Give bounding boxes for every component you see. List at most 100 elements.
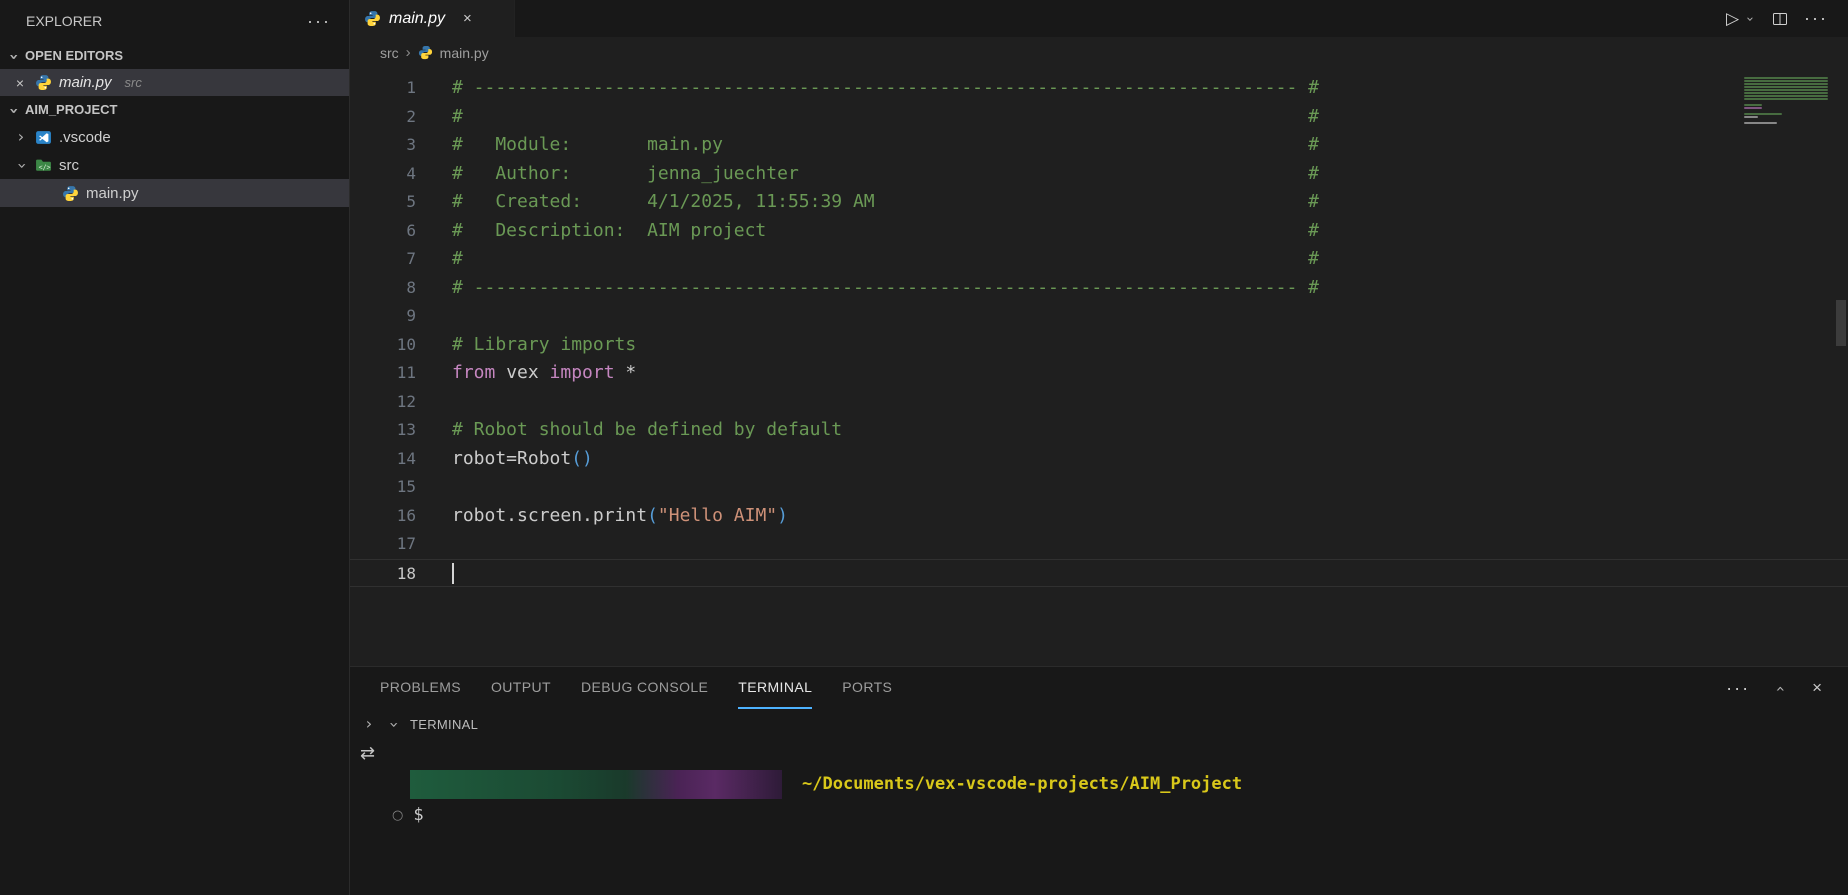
code-line-6[interactable]: 6# Description: AIM project # xyxy=(350,217,1848,246)
breadcrumb-src[interactable]: src xyxy=(380,45,399,61)
tree-item-.vscode[interactable]: ›.vscode xyxy=(0,123,349,151)
explorer-header: EXPLORER ··· xyxy=(0,0,349,42)
minimap-line xyxy=(1744,89,1828,91)
panel-maximize-chevron-icon[interactable]: › xyxy=(1772,682,1788,696)
code-line-13[interactable]: 13# Robot should be defined by default xyxy=(350,416,1848,445)
editor-actions: ▷ › ··· xyxy=(1726,0,1848,37)
open-editors-section-header[interactable]: › OPEN EDITORS xyxy=(0,42,349,69)
vscode-window: EXPLORER ··· › OPEN EDITORS ×main.pysrc … xyxy=(0,0,1848,895)
code-line-4[interactable]: 4# Author: jenna_juechter # xyxy=(350,160,1848,189)
code-line-15[interactable]: 15 xyxy=(350,473,1848,502)
panel-more-actions-icon[interactable]: ··· xyxy=(1726,678,1750,699)
minimap-line xyxy=(1744,95,1828,97)
explorer-more-actions-icon[interactable]: ··· xyxy=(307,11,331,32)
code-text: # --------------------------------------… xyxy=(416,74,1319,103)
panel-tab-ports[interactable]: PORTS xyxy=(842,667,892,709)
text-cursor xyxy=(452,563,454,584)
main-column: main.py × ▷ › ··· src › main.py xyxy=(350,0,1848,895)
code-line-9[interactable]: 9 xyxy=(350,302,1848,331)
run-dropdown-chevron-icon: › xyxy=(1743,12,1756,26)
line-number: 7 xyxy=(350,245,416,274)
panel-tab-debug-console[interactable]: DEBUG CONSOLE xyxy=(581,667,708,709)
terminal[interactable]: ⇄ ~/Documents/vex-vscode-projects/AIM_Pr… xyxy=(350,739,1848,895)
python-icon xyxy=(35,74,52,91)
code-editor[interactable]: 1# -------------------------------------… xyxy=(350,68,1848,666)
code-line-16[interactable]: 16robot.screen.print("Hello AIM") xyxy=(350,502,1848,531)
bottom-panel: PROBLEMS OUTPUT DEBUG CONSOLE TERMINAL PORTS… xyxy=(350,666,1848,895)
chevron-right-icon[interactable]: › xyxy=(362,716,376,732)
code-text xyxy=(416,388,452,417)
chevron-down-icon: › xyxy=(14,159,30,173)
src-folder-icon: </> xyxy=(35,157,52,174)
code-text: robot=Robot() xyxy=(416,445,593,474)
line-number: 18 xyxy=(350,560,416,587)
panel-tab-terminal[interactable]: TERMINAL xyxy=(738,667,812,709)
terminal-banner-row: ~/Documents/vex-vscode-projects/AIM_Proj… xyxy=(410,769,1848,799)
terminal-prompt: $ xyxy=(413,805,423,825)
panel-actions: ··· › × xyxy=(1726,667,1848,709)
tree-item-label: src xyxy=(59,157,79,174)
code-line-10[interactable]: 10# Library imports xyxy=(350,331,1848,360)
swap-arrows-icon[interactable]: ⇄ xyxy=(360,743,375,764)
code-text xyxy=(416,560,454,587)
panel-tabs: PROBLEMS OUTPUT DEBUG CONSOLE TERMINAL PORTS xyxy=(380,667,892,709)
tree-item-main.py[interactable]: main.py xyxy=(0,179,349,207)
code-line-18[interactable]: 18 xyxy=(350,559,1848,588)
chevron-down-icon: › xyxy=(6,103,22,117)
line-number: 4 xyxy=(350,160,416,189)
open-editors-label: OPEN EDITORS xyxy=(25,48,123,63)
project-tree: ›.vscode › </> src main.py xyxy=(0,123,349,207)
editor-more-actions-icon[interactable]: ··· xyxy=(1804,8,1828,29)
split-editor-button[interactable] xyxy=(1772,11,1788,27)
breadcrumb-main-py[interactable]: main.py xyxy=(440,45,489,61)
python-icon xyxy=(418,45,433,60)
panel-tab-output[interactable]: OUTPUT xyxy=(491,667,551,709)
line-number: 2 xyxy=(350,103,416,132)
command-decoration-circle-icon[interactable]: ○ xyxy=(392,808,403,823)
code-line-3[interactable]: 3# Module: main.py # xyxy=(350,131,1848,160)
panel-close-icon[interactable]: × xyxy=(1812,678,1822,698)
code-text: # # xyxy=(416,103,1319,132)
code-line-7[interactable]: 7# # xyxy=(350,245,1848,274)
editor-tabbar: main.py × ▷ › ··· xyxy=(350,0,1848,37)
tab-main-py[interactable]: main.py × xyxy=(350,0,515,37)
project-name-label: AIM_PROJECT xyxy=(25,102,117,117)
tab-close-icon[interactable]: × xyxy=(463,10,472,27)
terminal-section-header[interactable]: › › TERMINAL xyxy=(350,709,1848,739)
open-editor-item[interactable]: ×main.pysrc xyxy=(0,69,349,96)
terminal-cwd-path: ~/Documents/vex-vscode-projects/AIM_Proj… xyxy=(802,774,1242,794)
close-icon[interactable]: × xyxy=(12,75,28,91)
code-line-2[interactable]: 2# # xyxy=(350,103,1848,132)
code-line-14[interactable]: 14robot=Robot() xyxy=(350,445,1848,474)
code-text: # Created: 4/1/2025, 11:55:39 AM # xyxy=(416,188,1319,217)
minimap-line xyxy=(1744,80,1828,82)
code-line-11[interactable]: 11from vex import * xyxy=(350,359,1848,388)
code-line-1[interactable]: 1# -------------------------------------… xyxy=(350,74,1848,103)
line-number: 13 xyxy=(350,416,416,445)
editor-scrollbar[interactable] xyxy=(1836,300,1846,346)
minimap-line xyxy=(1744,98,1828,100)
tree-item-label: main.py xyxy=(86,185,139,202)
open-editor-name: main.py xyxy=(59,74,112,91)
line-number: 17 xyxy=(350,530,416,559)
line-number: 14 xyxy=(350,445,416,474)
project-section-header[interactable]: › AIM_PROJECT xyxy=(0,96,349,123)
code-text: # --------------------------------------… xyxy=(416,274,1319,303)
minimap-line xyxy=(1744,122,1777,124)
run-button[interactable]: ▷ › xyxy=(1726,9,1756,29)
tree-item-src[interactable]: › </> src xyxy=(0,151,349,179)
code-line-5[interactable]: 5# Created: 4/1/2025, 11:55:39 AM # xyxy=(350,188,1848,217)
panel-tab-problems[interactable]: PROBLEMS xyxy=(380,667,461,709)
line-number: 10 xyxy=(350,331,416,360)
code-line-12[interactable]: 12 xyxy=(350,388,1848,417)
minimap-line xyxy=(1744,104,1762,106)
editor-region: main.py × ▷ › ··· src › main.py xyxy=(350,0,1848,666)
code-line-8[interactable]: 8# -------------------------------------… xyxy=(350,274,1848,303)
minimap[interactable] xyxy=(1744,77,1832,130)
code-line-17[interactable]: 17 xyxy=(350,530,1848,559)
python-file-icon xyxy=(62,185,79,202)
code-text: # Author: jenna_juechter # xyxy=(416,160,1319,189)
code-text xyxy=(416,530,452,559)
panel-tabbar: PROBLEMS OUTPUT DEBUG CONSOLE TERMINAL PORTS… xyxy=(350,667,1848,709)
line-number: 1 xyxy=(350,74,416,103)
